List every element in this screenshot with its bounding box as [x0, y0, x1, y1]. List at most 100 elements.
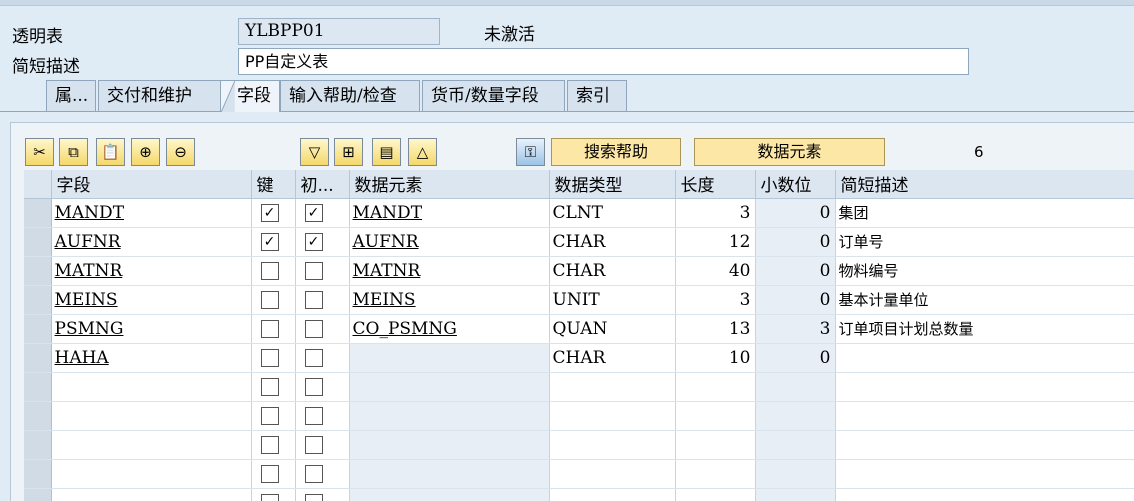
data-element-value[interactable]: MATNR [353, 261, 421, 281]
data-element-cell[interactable] [349, 343, 550, 373]
row-selector[interactable] [24, 459, 52, 489]
field-name-cell[interactable]: MATNR [51, 256, 252, 286]
decimals-cell[interactable]: 0 [755, 198, 836, 228]
field-name-cell[interactable] [51, 430, 252, 460]
key-checkbox[interactable] [260, 349, 279, 367]
short-desc-cell[interactable] [835, 401, 1134, 431]
copy-icon[interactable]: ⧉ [59, 138, 88, 166]
table-row[interactable]: AUFNR ✓ ✓ AUFNR CHAR 12 0 订单号 [24, 227, 1134, 257]
col-header-short-desc[interactable]: 简短描述 [835, 170, 1134, 199]
tab-input-help-check[interactable]: 输入帮助/检查 [280, 80, 420, 111]
short-desc-cell[interactable] [835, 343, 1134, 373]
data-element-button[interactable]: 数据元素 [694, 138, 885, 166]
short-desc-cell[interactable]: 订单号 [835, 227, 1134, 257]
col-header-field[interactable]: 字段 [51, 170, 252, 199]
initial-checkbox[interactable] [304, 407, 323, 425]
row-selector[interactable] [24, 488, 52, 501]
row-selector[interactable] [24, 285, 52, 315]
key-checkbox[interactable] [260, 465, 279, 483]
short-desc-field[interactable]: PP自定义表 [238, 48, 969, 75]
key-checkbox[interactable] [260, 291, 279, 309]
short-desc-cell[interactable] [835, 459, 1134, 489]
short-desc-cell[interactable]: 基本计量单位 [835, 285, 1134, 315]
data-element-cell[interactable]: MATNR [349, 256, 550, 286]
decimals-cell[interactable] [755, 430, 836, 460]
table-row[interactable]: MATNR MATNR CHAR 40 0 物料编号 [24, 256, 1134, 286]
row-selector[interactable] [24, 401, 52, 431]
decimals-cell[interactable]: 0 [755, 227, 836, 257]
initial-checkbox[interactable] [304, 262, 323, 280]
decimals-cell[interactable] [755, 372, 836, 402]
decimals-cell[interactable] [755, 459, 836, 489]
table-row[interactable]: MEINS MEINS UNIT 3 0 基本计量单位 [24, 285, 1134, 315]
data-element-cell[interactable] [349, 459, 550, 489]
col-header-data-type[interactable]: 数据类型 [549, 170, 676, 199]
table-name-field[interactable]: YLBPP01 [238, 18, 440, 45]
data-element-value[interactable]: MANDT [353, 203, 423, 223]
col-header-key[interactable]: 键 [251, 170, 296, 199]
data-type-cell[interactable]: CHAR [549, 256, 676, 286]
decimals-cell[interactable]: 0 [755, 343, 836, 373]
key-checkbox[interactable] [260, 436, 279, 454]
row-selector[interactable] [24, 430, 52, 460]
field-name[interactable]: MEINS [55, 290, 118, 310]
table-row[interactable]: MANDT ✓ ✓ MANDT CLNT 3 0 集团 [24, 198, 1134, 228]
row-selector[interactable] [24, 256, 52, 286]
field-list-icon[interactable]: ▤ [372, 138, 401, 166]
length-cell[interactable]: 3 [675, 198, 756, 228]
short-desc-cell[interactable]: 订单项目计划总数量 [835, 314, 1134, 344]
field-name[interactable]: HAHA [55, 348, 109, 368]
data-element-value[interactable]: AUFNR [353, 232, 419, 252]
data-type-cell[interactable] [549, 430, 676, 460]
row-selector[interactable] [24, 343, 52, 373]
field-name-cell[interactable]: PSMNG [51, 314, 252, 344]
field-name-cell[interactable]: AUFNR [51, 227, 252, 257]
data-type-cell[interactable] [549, 488, 676, 501]
length-cell[interactable]: 10 [675, 343, 756, 373]
decimals-cell[interactable] [755, 401, 836, 431]
paste-icon[interactable]: 📋 [96, 138, 125, 166]
field-name-cell[interactable] [51, 401, 252, 431]
length-cell[interactable] [675, 401, 756, 431]
initial-checkbox[interactable] [304, 378, 323, 396]
search-help-button[interactable]: 搜索帮助 [551, 138, 681, 166]
length-cell[interactable] [675, 459, 756, 489]
data-element-cell[interactable]: CO_PSMNG [349, 314, 550, 344]
decimals-cell[interactable]: 0 [755, 285, 836, 315]
length-cell[interactable]: 40 [675, 256, 756, 286]
field-name-cell[interactable]: MANDT [51, 198, 252, 228]
row-selector[interactable] [24, 372, 52, 402]
key-checkbox[interactable] [260, 494, 279, 501]
initial-checkbox[interactable] [304, 436, 323, 454]
copy-field-icon[interactable]: ⊞ [334, 138, 363, 166]
short-desc-cell[interactable] [835, 372, 1134, 402]
table-row[interactable]: PSMNG CO_PSMNG QUAN 13 3 订单项目计划总数量 [24, 314, 1134, 344]
length-cell[interactable] [675, 430, 756, 460]
tab-fields[interactable]: 字段 [220, 80, 280, 112]
data-type-cell[interactable]: CLNT [549, 198, 676, 228]
decimals-cell[interactable]: 0 [755, 256, 836, 286]
tab-delivery-maintenance[interactable]: 交付和维护 [98, 80, 238, 111]
data-element-value[interactable]: CO_PSMNG [353, 319, 457, 339]
length-cell[interactable]: 12 [675, 227, 756, 257]
data-type-cell[interactable]: CHAR [549, 343, 676, 373]
field-name-cell[interactable] [51, 372, 252, 402]
data-type-cell[interactable]: UNIT [549, 285, 676, 315]
field-name[interactable]: AUFNR [55, 232, 121, 252]
data-element-cell[interactable]: MANDT [349, 198, 550, 228]
field-name-cell[interactable] [51, 459, 252, 489]
key-checkbox[interactable]: ✓ [260, 233, 279, 251]
table-row[interactable]: HAHA CHAR 10 0 [24, 343, 1134, 373]
key-icon[interactable]: ⚿ [516, 138, 545, 166]
row-selector[interactable] [24, 314, 52, 344]
length-cell[interactable] [675, 488, 756, 501]
initial-checkbox[interactable] [304, 465, 323, 483]
field-name-cell[interactable]: MEINS [51, 285, 252, 315]
data-element-cell[interactable] [349, 488, 550, 501]
select-all-header[interactable] [24, 170, 52, 199]
key-checkbox[interactable] [260, 320, 279, 338]
row-selector[interactable] [24, 198, 52, 228]
decimals-cell[interactable] [755, 488, 836, 501]
tab-currency-quantity[interactable]: 货币/数量字段 [422, 80, 565, 111]
short-desc-cell[interactable] [835, 488, 1134, 501]
